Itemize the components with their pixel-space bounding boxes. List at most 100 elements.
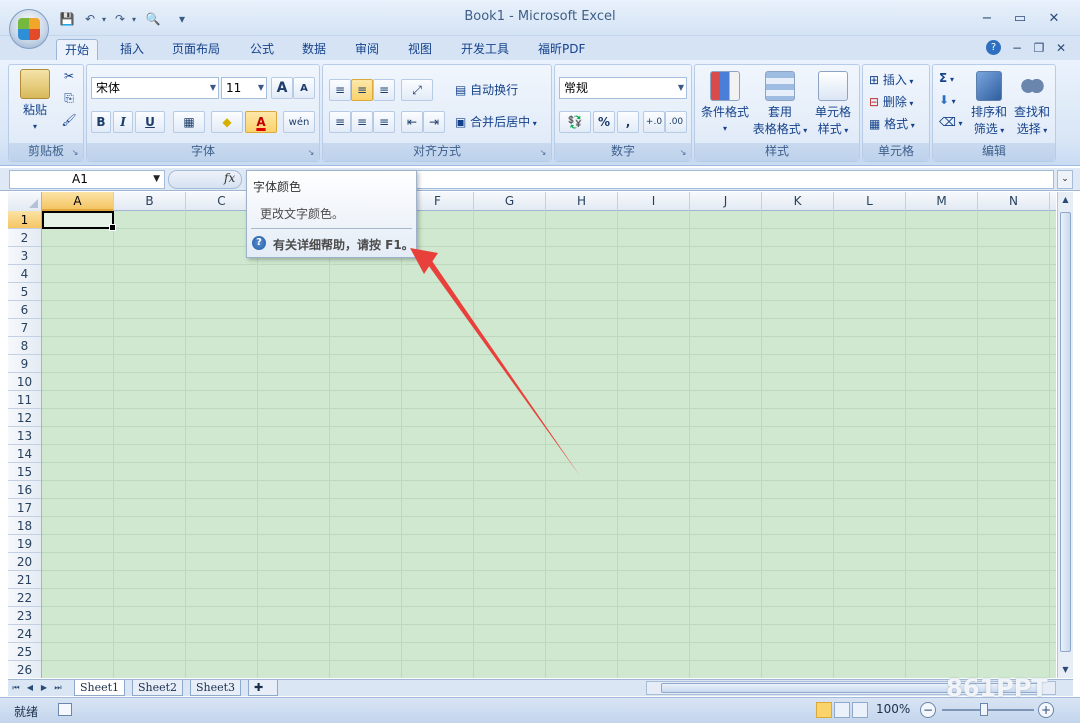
scroll-down-icon[interactable]: ▼ — [1058, 662, 1073, 678]
paste-button[interactable]: 粘贴 ▾ — [15, 69, 55, 132]
wrap-text-button[interactable]: ▤ 自动换行 — [455, 81, 518, 98]
row-header-17[interactable]: 17 — [8, 499, 41, 517]
font-color-button[interactable]: A — [245, 111, 277, 133]
number-format-combo[interactable]: 常规 ▼ — [559, 77, 687, 99]
row-header-14[interactable]: 14 — [8, 445, 41, 463]
copy-icon[interactable]: ⎘ — [59, 91, 79, 106]
tab-home[interactable]: 开始 — [56, 39, 99, 60]
workbook-close-button[interactable]: ✕ — [1052, 40, 1070, 56]
help-icon[interactable]: ? — [986, 40, 1001, 55]
zoom-level[interactable]: 100% — [876, 702, 910, 716]
column-header-l[interactable]: L — [834, 192, 906, 211]
row-header-26[interactable]: 26 — [8, 661, 41, 678]
page-break-view-button[interactable] — [852, 702, 868, 718]
format-painter-icon[interactable]: 🖌 — [59, 113, 79, 127]
orientation-button[interactable]: ⤢ — [401, 79, 433, 101]
increase-indent-button[interactable]: ⇥ — [423, 111, 445, 133]
row-header-9[interactable]: 9 — [8, 355, 41, 373]
clear-button[interactable]: ⌫ ▾ — [939, 115, 963, 129]
name-box[interactable]: A1 ▼ — [9, 170, 165, 189]
row-header-6[interactable]: 6 — [8, 301, 41, 319]
maximize-button[interactable]: ▭ — [1007, 8, 1033, 28]
merge-center-button[interactable]: ▣ 合并后居中 ▾ — [455, 113, 537, 130]
row-header-11[interactable]: 11 — [8, 391, 41, 409]
conditional-format-button[interactable]: 条件格式 ▾ — [699, 71, 751, 134]
row-header-25[interactable]: 25 — [8, 643, 41, 661]
row-header-24[interactable]: 24 — [8, 625, 41, 643]
insert-cells-button[interactable]: ⊞ 插入 ▾ — [869, 71, 913, 88]
align-left-button[interactable]: ≡ — [329, 111, 351, 133]
macro-record-icon[interactable] — [58, 703, 72, 716]
fill-button[interactable]: ⬇ ▾ — [939, 93, 956, 107]
delete-cells-button[interactable]: ⊟ 删除 ▾ — [869, 93, 913, 110]
column-header-j[interactable]: J — [690, 192, 762, 211]
zoom-in-button[interactable]: + — [1038, 702, 1054, 718]
comma-button[interactable]: , — [617, 111, 639, 133]
cells-area[interactable] — [42, 211, 1056, 678]
office-button[interactable] — [9, 9, 49, 49]
vertical-scroll-thumb[interactable] — [1060, 212, 1071, 652]
alignment-launcher-icon[interactable]: ↘ — [538, 148, 548, 158]
zoom-slider[interactable] — [942, 709, 1034, 711]
tab-page-layout[interactable]: 页面布局 — [164, 39, 228, 60]
sheet-tab-2[interactable]: Sheet2 — [132, 680, 184, 696]
row-header-2[interactable]: 2 — [8, 229, 41, 247]
prev-sheet-icon[interactable]: ◀ — [24, 681, 36, 695]
font-launcher-icon[interactable]: ↘ — [306, 148, 316, 158]
find-select-button[interactable]: 查找和 选择 ▾ — [1011, 71, 1053, 137]
row-header-23[interactable]: 23 — [8, 607, 41, 625]
row-header-20[interactable]: 20 — [8, 553, 41, 571]
row-header-12[interactable]: 12 — [8, 409, 41, 427]
percent-button[interactable]: % — [593, 111, 615, 133]
select-all-button[interactable] — [8, 192, 42, 211]
cut-icon[interactable]: ✂ — [59, 69, 79, 83]
zoom-out-button[interactable]: − — [920, 702, 936, 718]
row-header-18[interactable]: 18 — [8, 517, 41, 535]
tab-insert[interactable]: 插入 — [112, 39, 152, 60]
sheet-tab-1[interactable]: Sheet1 — [74, 680, 126, 696]
row-header-15[interactable]: 15 — [8, 463, 41, 481]
workbook-restore-button[interactable]: ❐ — [1030, 40, 1048, 56]
insert-function-button[interactable]: fx — [224, 171, 235, 185]
worksheet-grid[interactable]: ABCDEFGHIJKLMN 1234567891011121314151617… — [8, 192, 1056, 678]
shrink-font-button[interactable]: A — [293, 77, 315, 99]
row-header-19[interactable]: 19 — [8, 535, 41, 553]
column-header-h[interactable]: H — [546, 192, 618, 211]
column-header-m[interactable]: M — [906, 192, 978, 211]
normal-view-button[interactable] — [816, 702, 832, 718]
tab-foxit-pdf[interactable]: 福昕PDF — [530, 39, 593, 60]
close-button[interactable]: ✕ — [1041, 8, 1067, 28]
decrease-decimal-button[interactable]: .00 — [665, 111, 687, 133]
row-header-22[interactable]: 22 — [8, 589, 41, 607]
number-launcher-icon[interactable]: ↘ — [678, 148, 688, 158]
row-header-7[interactable]: 7 — [8, 319, 41, 337]
fill-color-button[interactable]: ◆ — [211, 111, 243, 133]
increase-decimal-button[interactable]: +.0 — [643, 111, 665, 133]
row-header-16[interactable]: 16 — [8, 481, 41, 499]
column-header-a[interactable]: A — [42, 192, 114, 211]
vertical-scrollbar[interactable]: ▲ ▼ — [1057, 192, 1073, 678]
tab-view[interactable]: 视图 — [400, 39, 440, 60]
scroll-up-icon[interactable]: ▲ — [1058, 192, 1073, 208]
align-middle-button[interactable]: ≡ — [351, 79, 373, 101]
format-as-table-button[interactable]: 套用 表格格式 ▾ — [751, 71, 809, 137]
font-size-combo[interactable]: 11 ▼ — [221, 77, 267, 99]
column-header-i[interactable]: I — [618, 192, 690, 211]
column-header-n[interactable]: N — [978, 192, 1050, 211]
row-header-5[interactable]: 5 — [8, 283, 41, 301]
italic-button[interactable]: I — [113, 111, 133, 133]
tab-formulas[interactable]: 公式 — [242, 39, 282, 60]
decrease-indent-button[interactable]: ⇤ — [401, 111, 423, 133]
sort-filter-button[interactable]: 排序和 筛选 ▾ — [969, 71, 1009, 137]
row-header-4[interactable]: 4 — [8, 265, 41, 283]
first-sheet-icon[interactable]: ⏮ — [10, 681, 22, 695]
row-header-21[interactable]: 21 — [8, 571, 41, 589]
column-header-b[interactable]: B — [114, 192, 186, 211]
tab-review[interactable]: 审阅 — [347, 39, 387, 60]
last-sheet-icon[interactable]: ⏭ — [52, 681, 64, 695]
row-header-10[interactable]: 10 — [8, 373, 41, 391]
next-sheet-icon[interactable]: ▶ — [38, 681, 50, 695]
font-name-combo[interactable]: 宋体 ▼ — [91, 77, 219, 99]
border-button[interactable]: ▦ — [173, 111, 205, 133]
align-top-button[interactable]: ≡ — [329, 79, 351, 101]
